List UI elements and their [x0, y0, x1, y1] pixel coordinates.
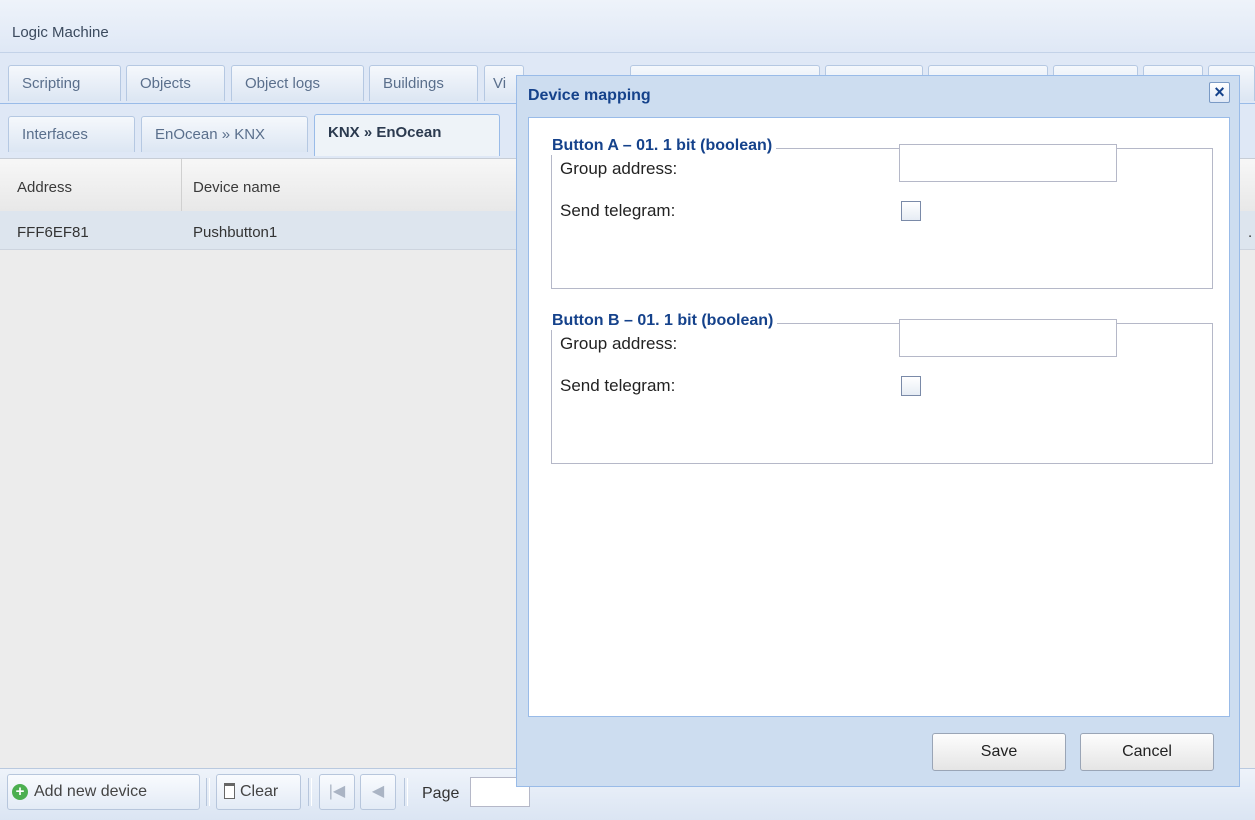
previous-page-button[interactable]: ◀ — [360, 774, 396, 810]
column-header-device-name[interactable]: Device name — [193, 179, 281, 196]
toolbar-separator — [308, 778, 312, 806]
clear-button[interactable]: Clear — [216, 774, 301, 810]
previous-page-icon: ◀ — [371, 783, 385, 800]
tab-buildings[interactable]: Buildings — [369, 65, 478, 101]
first-page-button[interactable]: |◀ — [319, 774, 355, 810]
group-address-input-a[interactable] — [899, 144, 1117, 182]
cell-device-name: Pushbutton1 — [193, 224, 278, 241]
clear-label: Clear — [240, 783, 279, 800]
tab-scripting[interactable]: Scripting — [8, 65, 121, 101]
send-telegram-checkbox-a[interactable] — [901, 201, 921, 221]
close-icon[interactable]: × — [1209, 82, 1230, 103]
app-title: Logic Machine — [12, 24, 109, 41]
tab-object-logs[interactable]: Object logs — [231, 65, 364, 101]
add-icon: + — [12, 784, 28, 800]
tab-knx-enocean[interactable]: KNX » EnOcean — [314, 114, 500, 156]
app-header: Logic Machine — [0, 0, 1255, 53]
cell-address: FFF6EF81 — [17, 224, 89, 241]
toolbar-separator — [206, 778, 210, 806]
first-page-icon: |◀ — [328, 783, 346, 800]
toolbar-separator — [404, 778, 408, 806]
fieldset-legend-button-a: Button A – 01. 1 bit (boolean) — [550, 137, 777, 155]
column-separator — [181, 159, 182, 211]
add-new-device-label: Add new device — [34, 783, 147, 800]
page-label: Page — [422, 785, 460, 802]
group-address-input-b[interactable] — [899, 319, 1117, 357]
fieldset-button-b: Button B – 01. 1 bit (boolean) Group add… — [550, 312, 1213, 464]
group-address-label-a: Group address: — [560, 159, 678, 178]
cell-more: . — [1248, 224, 1253, 241]
fieldset-button-a: Button A – 01. 1 bit (boolean) Group add… — [550, 137, 1213, 289]
cancel-button[interactable]: Cancel — [1080, 733, 1214, 771]
dialog-title: Device mapping — [528, 87, 651, 104]
tab-enocean-knx[interactable]: EnOcean » KNX — [141, 116, 308, 152]
column-header-address[interactable]: Address — [17, 179, 72, 196]
send-telegram-label-b: Send telegram: — [560, 376, 676, 395]
tab-objects[interactable]: Objects — [126, 65, 225, 101]
tab-interfaces[interactable]: Interfaces — [8, 116, 135, 152]
save-button[interactable]: Save — [932, 733, 1066, 771]
clear-icon — [224, 783, 235, 799]
dialog-footer: Save Cancel — [528, 717, 1230, 778]
add-new-device-button[interactable]: + Add new device — [7, 774, 200, 810]
group-address-label-b: Group address: — [560, 334, 678, 353]
device-mapping-dialog: Device mapping × Button A – 01. 1 bit (b… — [516, 75, 1240, 787]
send-telegram-label-a: Send telegram: — [560, 201, 676, 220]
send-telegram-checkbox-b[interactable] — [901, 376, 921, 396]
dialog-body: Button A – 01. 1 bit (boolean) Group add… — [528, 117, 1230, 717]
fieldset-legend-button-b: Button B – 01. 1 bit (boolean) — [550, 312, 778, 330]
